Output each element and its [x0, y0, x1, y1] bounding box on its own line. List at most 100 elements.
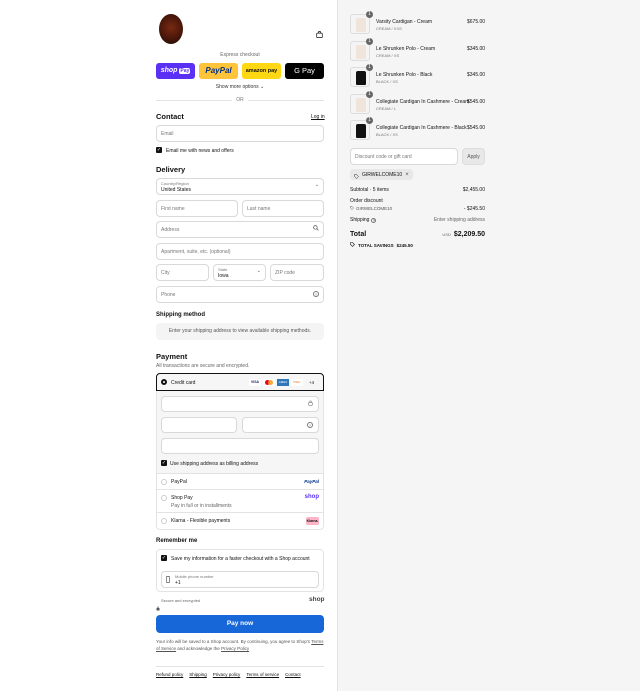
klarna-radio[interactable] — [161, 518, 167, 524]
quantity-badge: 1 — [366, 64, 373, 71]
shipping-method-heading: Shipping method — [156, 312, 205, 318]
zip-field[interactable]: ZIP code — [270, 264, 324, 281]
save-info-checkbox[interactable]: ✓ — [161, 555, 167, 561]
show-more-options[interactable]: Show more options ⌄ — [156, 84, 324, 90]
shop-pay-radio[interactable] — [161, 495, 167, 501]
cart-bag-icon[interactable] — [316, 25, 323, 38]
tag-icon — [350, 206, 354, 211]
mastercard-mark — [268, 380, 273, 385]
paypal-logo: PayPal — [205, 66, 232, 75]
tag-icon — [350, 242, 355, 248]
phone-field[interactable]: Phone ? — [156, 286, 324, 303]
legal-text: Your info will be saved to a Shop accoun… — [156, 638, 324, 652]
credit-card-radio[interactable] — [161, 379, 167, 385]
klarna-option[interactable]: Klarna - Flexible payments Klarna. — [157, 512, 323, 529]
news-checkbox[interactable]: ✓ — [156, 147, 162, 153]
apartment-field[interactable]: Apartment, suite, etc. (optional) — [156, 243, 324, 260]
amazon-pay-logo: amazon pay — [245, 68, 278, 74]
chevron-down-icon: ⌄ — [256, 268, 261, 274]
help-icon[interactable]: ? — [313, 291, 319, 297]
mobile-phone-value: +1 — [175, 580, 181, 586]
help-icon[interactable]: ? — [371, 217, 377, 223]
save-info-label: Save my information for a faster checkou… — [171, 556, 310, 562]
total-savings: TOTAL SAVINGS $245.50 — [350, 242, 413, 248]
product-price: $545.00 — [467, 125, 486, 131]
order-discount-label: Order discount — [350, 198, 383, 204]
city-field[interactable]: City — [156, 264, 209, 281]
shipping-method-notice: Enter your shipping address to view avai… — [156, 323, 324, 340]
quantity-badge: 1 — [366, 90, 373, 98]
credit-card-option[interactable]: Credit card VISA AMEX DISC +4 — [156, 373, 324, 391]
email-placeholder: Email — [161, 131, 174, 137]
country-value: United States — [161, 187, 192, 193]
card-cvv-field[interactable]: ? — [242, 417, 319, 433]
product-variant: CREAM / XS — [376, 52, 400, 58]
card-name-field[interactable] — [161, 438, 319, 454]
country-label: Country/Region — [161, 181, 189, 186]
currency-label: USD — [442, 232, 451, 237]
shop-pay-button[interactable]: shop Pay — [156, 63, 195, 79]
paypal-button[interactable]: PayPal — [199, 63, 238, 79]
first-name-field[interactable]: First name — [156, 200, 238, 217]
remember-me-heading: Remember me — [156, 538, 198, 544]
more-cards-badge: +4 — [309, 380, 315, 385]
amazon-pay-button[interactable]: amazon pay — [242, 63, 281, 79]
login-link[interactable]: Log in — [311, 114, 325, 120]
shop-pay-option-label: Shop Pay — [171, 495, 193, 501]
discount-code-field[interactable]: Discount code or gift card — [350, 148, 458, 165]
lock-icon — [308, 400, 313, 408]
paypal-logo: PayPal — [304, 479, 319, 484]
pay-now-button[interactable]: Pay now — [156, 615, 324, 633]
footer-contact[interactable]: Contact — [285, 672, 301, 677]
footer-privacy-policy[interactable]: Privacy policy — [213, 672, 241, 677]
email-field[interactable]: Email — [156, 125, 324, 142]
google-pay-button[interactable]: G Pay — [285, 63, 324, 79]
chevron-down-icon: ⌄ — [260, 84, 265, 90]
subtotal-value: $2,455.00 — [462, 187, 485, 193]
cart-line-item: 1 Le Shrunken Polo - Cream CREAM / XS $3… — [350, 37, 485, 63]
state-select[interactable]: State Iowa ⌄ — [213, 264, 266, 281]
card-number-field[interactable] — [161, 396, 319, 412]
klarna-option-label: Klarna - Flexible payments — [171, 518, 231, 524]
product-name: Collegiate Cardigan In Cashmere - Black — [376, 125, 467, 131]
paypal-radio[interactable] — [161, 479, 167, 485]
footer-shipping[interactable]: Shipping — [189, 672, 207, 677]
express-checkout-label: Express checkout — [220, 52, 260, 58]
cart-line-item: 1 Varsity Cardigan - Cream CREAM / XXS $… — [350, 11, 485, 36]
cart-line-item: 1 Collegiate Cardigan In Cashmere - Blac… — [350, 117, 486, 142]
apply-button[interactable]: Apply — [462, 148, 485, 165]
footer-refund-policy[interactable]: Refund policy — [156, 672, 183, 677]
last-name-field[interactable]: Last name — [242, 200, 324, 217]
card-expiry-field[interactable] — [161, 417, 237, 433]
help-icon[interactable]: ? — [307, 422, 313, 428]
product-name: Collegiate Cardigan In Cashmere - Cream — [376, 98, 470, 105]
country-select[interactable]: Country/Region United States ⌄ — [156, 178, 324, 195]
visa-icon: VISA — [249, 379, 261, 386]
checkout-form: Express checkout shop Pay PayPal amazon … — [0, 0, 337, 691]
product-price: $545.00 — [467, 98, 486, 105]
or-divider-label: OR — [236, 97, 244, 103]
address-field[interactable]: Address — [156, 221, 324, 238]
klarna-logo: Klarna. — [306, 517, 319, 525]
discount-code-placeholder: Discount code or gift card — [355, 154, 412, 160]
footer-links: Refund policy Shipping Privacy policy Te… — [156, 672, 324, 677]
shop-pay-option[interactable]: Shop Pay Pay in full or in installments … — [157, 489, 323, 512]
mastercard-icon — [263, 379, 275, 386]
show-more-options-label: Show more options — [215, 84, 259, 90]
paypal-option[interactable]: PayPal PayPal — [157, 473, 323, 489]
product-garment — [356, 18, 366, 32]
privacy-link[interactable]: Privacy Policy — [221, 646, 249, 651]
footer-divider — [156, 666, 324, 667]
footer-terms[interactable]: Terms of service — [246, 672, 279, 677]
store-logo[interactable] — [159, 14, 183, 44]
shop-logo: shop — [309, 596, 325, 603]
discount-tag-chip: GIRWELCOME10 × — [350, 169, 413, 180]
product-garment — [356, 44, 366, 59]
legal-mid: and acknowledge the — [177, 646, 220, 651]
close-icon[interactable]: × — [405, 172, 409, 178]
mobile-phone-field[interactable]: Mobile phone number +1 — [161, 571, 319, 588]
product-garment — [356, 124, 366, 138]
product-name: Varsity Cardigan - Cream — [376, 19, 433, 25]
billing-checkbox[interactable]: ✓ — [161, 460, 167, 466]
credit-card-label: Credit card — [171, 380, 196, 386]
